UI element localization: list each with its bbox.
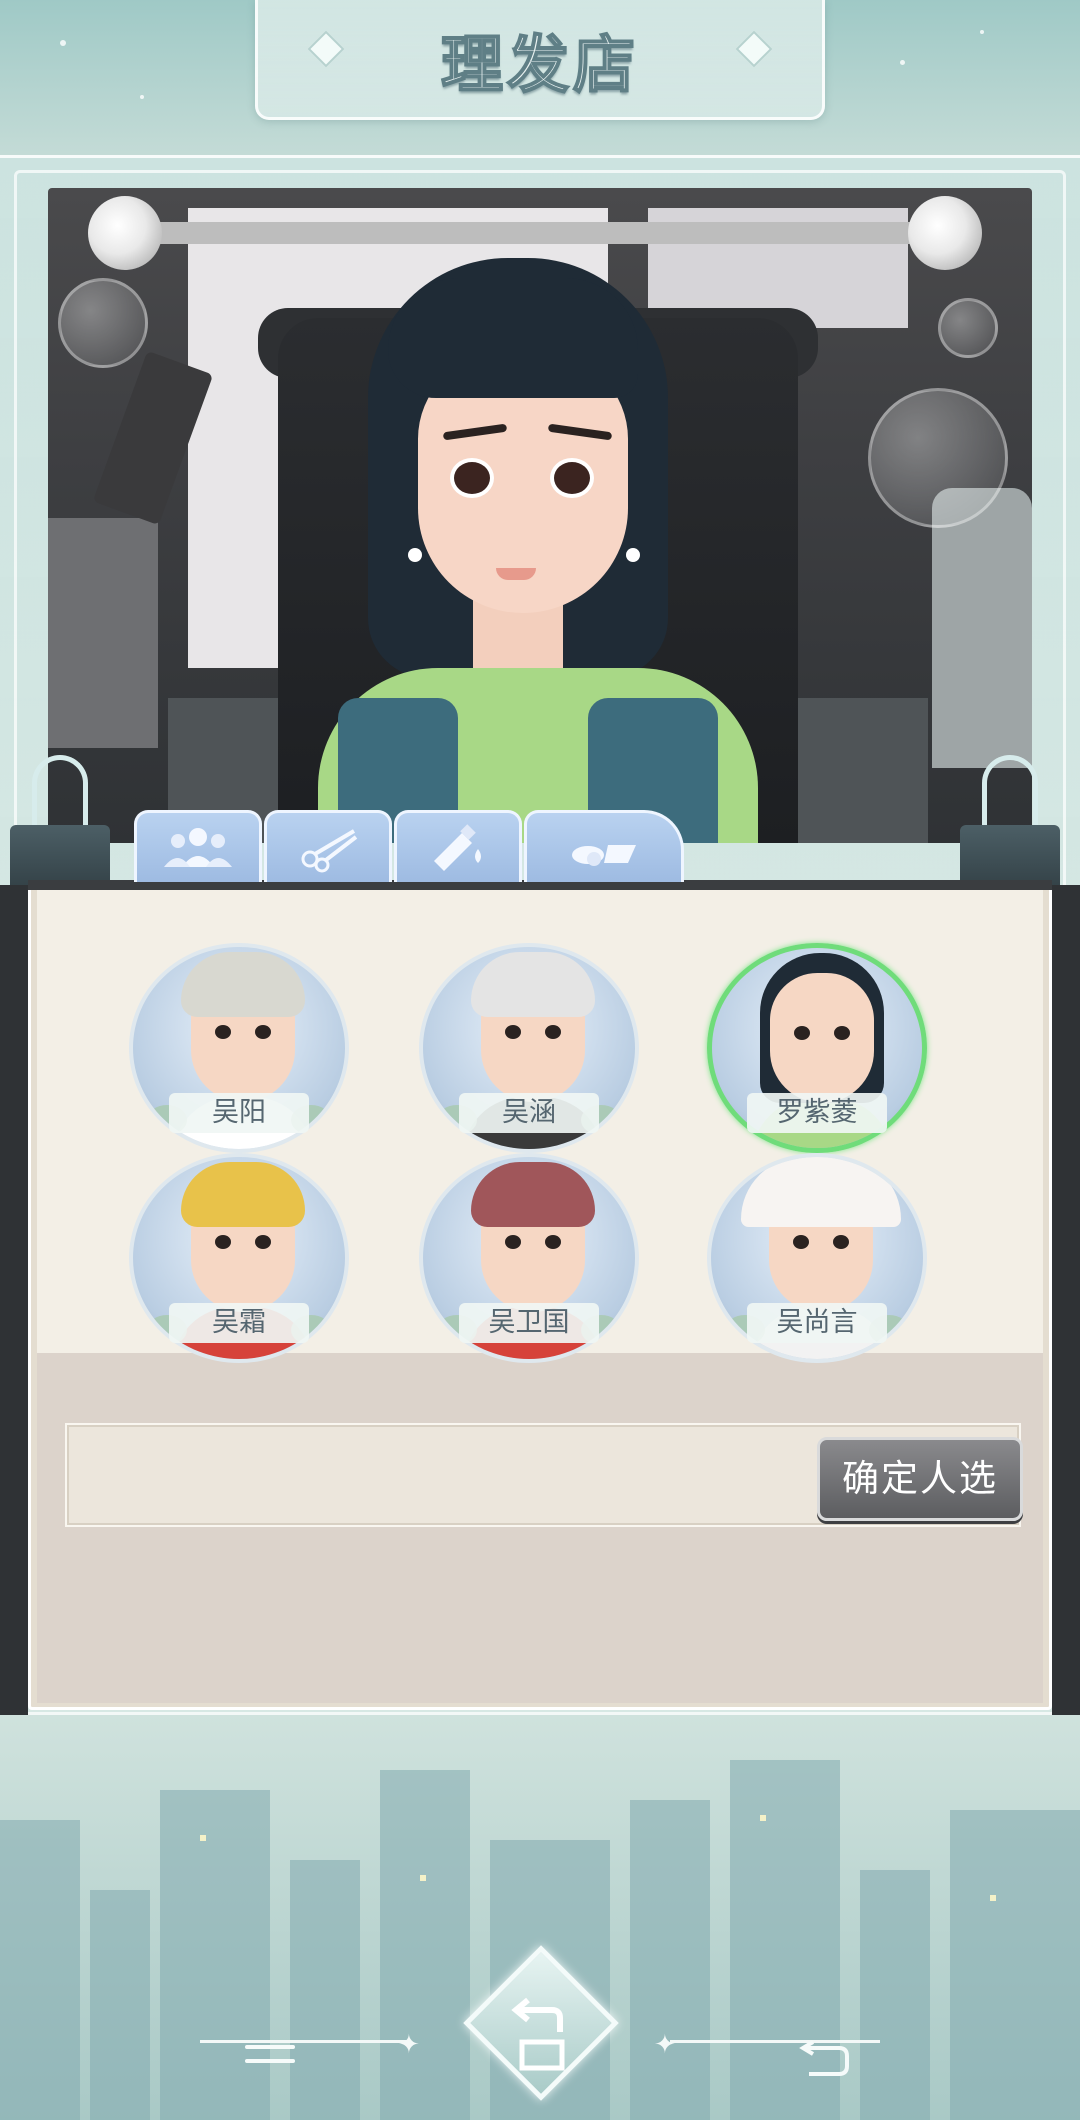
character-bangs (388, 278, 638, 398)
building (380, 1770, 470, 2120)
portrait-face (770, 973, 874, 1103)
character-card[interactable]: 吴涵 (419, 943, 639, 1153)
page-title: 理发店 (440, 27, 639, 102)
character-mouth (496, 568, 536, 580)
tab-accessories[interactable] (524, 810, 684, 882)
character-card[interactable]: 吴霜 (129, 1153, 349, 1363)
building (950, 1810, 1080, 2120)
light-bulb (88, 196, 162, 270)
portrait-hair (471, 1162, 595, 1227)
character-name: 吴卫国 (459, 1303, 599, 1343)
lit-window (200, 1835, 206, 1841)
portrait-eye (215, 1235, 231, 1249)
building (290, 1860, 360, 2120)
portrait-hair (181, 1162, 305, 1227)
sparkle-icon: ✦ (654, 2030, 676, 2060)
panel-lower-area (37, 1353, 1043, 1703)
title-plaque: 理发店 (255, 0, 825, 120)
bubble (938, 298, 998, 358)
cap-icon (741, 1157, 901, 1227)
shampoo-bottle (932, 488, 1032, 768)
character-name: 吴涵 (459, 1093, 599, 1133)
portrait-eye (794, 1026, 810, 1040)
light-bulb (908, 196, 982, 270)
tool-cup (48, 518, 158, 748)
portrait-eye (545, 1235, 561, 1249)
lit-window (760, 1815, 766, 1821)
pearl-earring (626, 548, 640, 562)
portrait-eye (545, 1025, 561, 1039)
character-card[interactable]: 吴尚言 (707, 1153, 927, 1363)
building (90, 1890, 150, 2120)
portrait-eye (215, 1025, 231, 1039)
building (0, 1820, 80, 2120)
bubble (868, 388, 1008, 528)
tab-haircut[interactable] (264, 810, 392, 882)
selection-info-bar: 确定人选 (65, 1423, 1023, 1527)
character-name: 罗紫菱 (747, 1093, 887, 1133)
dye-tube-icon (434, 823, 481, 871)
category-tabs (134, 810, 686, 882)
character-eye (550, 458, 594, 498)
lit-window (420, 1875, 426, 1881)
portrait-eye (505, 1235, 521, 1249)
character-preview-scene (48, 188, 1032, 843)
bubble (58, 278, 148, 368)
panel-shadow-left (0, 885, 28, 1715)
portrait-eye (834, 1026, 850, 1040)
light-bar (118, 222, 978, 244)
portrait-eye (833, 1235, 849, 1249)
selected-character (278, 258, 798, 843)
portrait-eye (255, 1235, 271, 1249)
portrait-hair (181, 952, 305, 1017)
building (860, 1870, 930, 2120)
character-card[interactable]: 吴阳 (129, 943, 349, 1153)
menu-icon[interactable] (245, 2045, 295, 2079)
character-eye (450, 458, 494, 498)
panel-shadow-right (1052, 885, 1080, 1715)
portrait-eye (793, 1235, 809, 1249)
confirm-selection-button[interactable]: 确定人选 (817, 1437, 1023, 1521)
character-name: 吴阳 (169, 1093, 309, 1133)
character-select-panel: 吴阳 吴涵 罗紫菱 吴霜 吴卫国 吴尚言 确定人选 (28, 880, 1052, 1710)
character-name: 吴霜 (169, 1303, 309, 1343)
people-icon (164, 827, 232, 867)
sparkle-dot (900, 60, 905, 65)
hat-icon (572, 844, 636, 866)
portrait-hair (471, 952, 595, 1017)
back-icon[interactable] (795, 2040, 855, 2080)
character-card-selected[interactable]: 罗紫菱 (707, 943, 927, 1153)
lit-window (990, 1895, 996, 1901)
building (630, 1800, 710, 2120)
tab-characters[interactable] (134, 810, 262, 882)
sparkle-dot (980, 30, 984, 34)
pearl-earring (408, 548, 422, 562)
sparkle-icon: ✦ (398, 2030, 420, 2060)
return-icon (511, 1997, 565, 2071)
tab-dye[interactable] (394, 810, 522, 882)
sparkle-dot (140, 95, 144, 99)
scissors-icon (301, 828, 358, 872)
character-name: 吴尚言 (747, 1303, 887, 1343)
sparkle-dot (60, 40, 66, 46)
portrait-eye (255, 1025, 271, 1039)
portrait-eye (505, 1025, 521, 1039)
nav-divider-left (200, 2040, 410, 2043)
character-card[interactable]: 吴卫国 (419, 1153, 639, 1363)
